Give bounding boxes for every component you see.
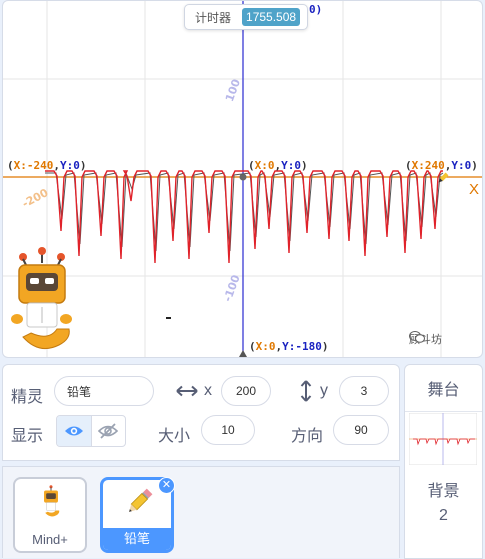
y-label: y	[320, 382, 328, 399]
size-label: 大小	[158, 428, 191, 445]
horizontal-arrows-icon	[176, 385, 198, 397]
vertical-arrows-icon	[300, 380, 312, 402]
sprite-label: 精灵	[11, 389, 44, 406]
show-label: 显示	[11, 428, 44, 445]
backdrop-count: 2	[439, 507, 448, 524]
x-axis-label: X	[469, 181, 480, 198]
sprite-card-name: 铅笔	[103, 528, 171, 550]
backdrop-label: 背景	[427, 483, 460, 500]
visibility-toggle	[56, 415, 126, 447]
size-input[interactable]: 10	[201, 415, 255, 445]
coord-label-center: (X:0,Y:0)	[248, 159, 308, 172]
stage-thumbnail[interactable]	[409, 413, 477, 465]
show-button[interactable]	[57, 416, 92, 446]
direction-label: 方向	[291, 428, 324, 445]
y-input[interactable]: 3	[339, 376, 389, 406]
sprite-card-mind[interactable]: Mind+	[13, 477, 87, 553]
sprite-list: Mind+ 铅笔	[2, 466, 400, 558]
direction-input[interactable]: 90	[333, 415, 389, 445]
robot-icon	[44, 485, 60, 517]
timer-label: 计时器	[195, 10, 232, 25]
delete-sprite-button[interactable]: ✕	[158, 477, 175, 494]
coord-label-right: (X:240,Y:0)	[405, 159, 478, 172]
robot-icon[interactable]	[9, 245, 75, 357]
stage-header: 舞台	[405, 365, 482, 412]
stage-canvas[interactable]: 计时器 1755.508 0) (X:-240,Y:0) (X:0,Y:0) (…	[2, 0, 483, 358]
sprite-card-name: Mind+	[32, 532, 68, 547]
coord-top-fragment: 0)	[309, 3, 323, 16]
x-input[interactable]: 200	[221, 376, 271, 406]
wechat-icon	[409, 331, 425, 343]
pencil-icon	[129, 488, 153, 512]
watermark: 顾斗坊	[409, 331, 442, 347]
stage-selector[interactable]: 舞台 背景 2	[404, 364, 483, 559]
coord-label-bottom: (X:0,Y:-180)	[249, 340, 329, 353]
eye-icon	[64, 426, 83, 436]
eye-off-icon	[98, 423, 119, 439]
timer-monitor[interactable]: 计时器 1755.508	[184, 4, 308, 30]
x-label: x	[204, 382, 212, 399]
sprite-name-input[interactable]: 铅笔	[54, 376, 154, 406]
sprite-info-panel: 精灵 铅笔 x 200 y 3 显示 大小 10 方向 90	[2, 364, 400, 461]
hide-button[interactable]	[92, 416, 126, 446]
coord-label-left: (X:-240,Y:0)	[7, 159, 87, 172]
timer-value: 1755.508	[242, 8, 301, 26]
